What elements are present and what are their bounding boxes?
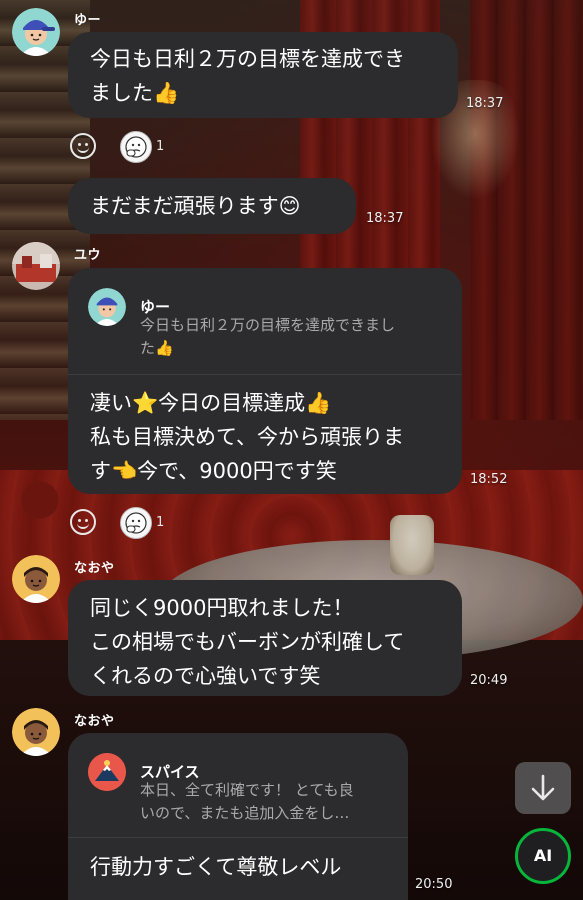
reaction-count: 1 xyxy=(156,515,165,530)
scroll-to-bottom-button[interactable] xyxy=(515,762,571,814)
reaction-row: 1 xyxy=(70,131,190,165)
reaction-count: 1 xyxy=(156,139,165,154)
add-reaction-icon[interactable] xyxy=(70,509,96,535)
message-bubble[interactable]: 今日も日利２万の目標を達成でき ました👍 xyxy=(68,32,458,118)
reply-bubble[interactable]: ゆー 今日も日利２万の目標を達成できまし た👍 凄い⭐今日の目標達成👍 私も目標… xyxy=(68,268,462,494)
avatar[interactable] xyxy=(12,242,60,290)
message-bubble[interactable]: まだまだ頑張ります😊 xyxy=(68,178,356,234)
message-text: 凄い⭐今日の目標達成👍 私も目標決めて、今から頑張りま す👈今で、9000円です… xyxy=(90,391,404,483)
avatar[interactable] xyxy=(12,8,60,56)
thinking-face-icon[interactable] xyxy=(120,507,152,539)
reply-bubble[interactable]: スパイス 本日、全て利確です！ とても良 いので、またも追加入金をし… 行動力す… xyxy=(68,733,408,900)
quoted-avatar xyxy=(88,753,126,791)
add-reaction-icon[interactable] xyxy=(70,133,96,159)
message-time: 18:37 xyxy=(366,211,404,226)
mountain-logo-icon xyxy=(88,753,126,791)
message-text: まだまだ頑張ります😊 xyxy=(90,194,301,218)
sender-name: ユウ xyxy=(74,248,102,263)
message-text: 今日も日利２万の目標を達成でき ました👍 xyxy=(90,47,405,105)
room-photo-avatar-icon xyxy=(12,242,60,290)
quoted-message[interactable]: ゆー 今日も日利２万の目標を達成できまし た👍 xyxy=(68,268,462,375)
message-bubble[interactable]: 同じく9000円取れました！ この相場でもバーボンが利確して くれるので心強いで… xyxy=(68,580,462,696)
message-time: 18:52 xyxy=(470,472,508,487)
message-text: 同じく9000円取れました！ この相場でもバーボンが利確して くれるので心強いで… xyxy=(90,596,405,688)
quoted-message[interactable]: スパイス 本日、全て利確です！ とても良 いので、またも追加入金をし… xyxy=(68,733,408,838)
avatar[interactable] xyxy=(12,555,60,603)
quoted-text: 本日、全て利確です！ とても良 いので、またも追加入金をし… xyxy=(140,781,354,822)
message-time: 20:49 xyxy=(470,673,508,688)
ai-assistant-button[interactable]: AI xyxy=(515,828,571,884)
message-text: 行動力すごくて尊敬レベル xyxy=(90,855,342,879)
thinking-face-icon[interactable] xyxy=(120,131,152,163)
quoted-text: 今日も日利２万の目標を達成できまし た👍 xyxy=(140,316,396,357)
sender-name: なおや xyxy=(74,561,115,576)
user-avatar-blue-cap-icon xyxy=(12,8,60,56)
reaction-row: 1 xyxy=(70,507,190,541)
avatar[interactable] xyxy=(12,708,60,756)
user-avatar-dark-hair-icon xyxy=(12,708,60,756)
arrow-down-icon xyxy=(531,774,555,801)
sender-name: なおや xyxy=(74,714,115,729)
chat-screen: ゆー 今日も日利２万の目標を達成でき ました👍 18:37 1 まだまだ頑張りま… xyxy=(0,0,583,900)
user-avatar-blue-cap-icon xyxy=(88,288,126,326)
user-avatar-dark-hair-icon xyxy=(12,555,60,603)
message-time: 20:50 xyxy=(415,877,453,892)
quoted-avatar xyxy=(88,288,126,326)
message-time: 18:37 xyxy=(466,96,504,111)
sender-name: ゆー xyxy=(74,13,102,28)
